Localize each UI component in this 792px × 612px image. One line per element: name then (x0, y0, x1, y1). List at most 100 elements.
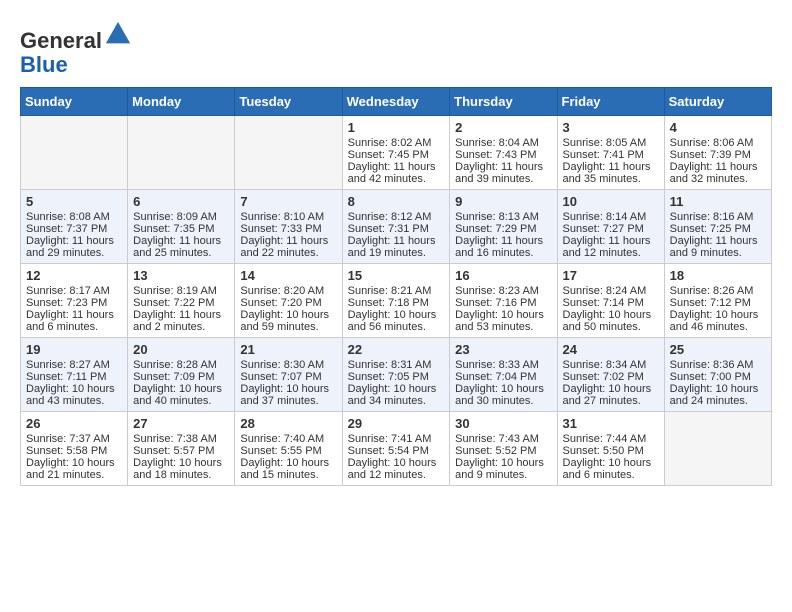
day-info: Sunrise: 8:08 AM (26, 211, 122, 223)
day-number: 14 (240, 268, 336, 283)
calendar-cell: 8Sunrise: 8:12 AMSunset: 7:31 PMDaylight… (342, 190, 450, 264)
calendar-cell: 31Sunrise: 7:44 AMSunset: 5:50 PMDayligh… (557, 412, 664, 486)
day-info: Daylight: 11 hours and 19 minutes. (348, 235, 445, 259)
day-info: Sunset: 5:55 PM (240, 445, 336, 457)
day-number: 11 (670, 194, 766, 209)
day-info: Sunset: 7:29 PM (455, 223, 551, 235)
day-info: Sunrise: 8:16 AM (670, 211, 766, 223)
day-info: Daylight: 10 hours and 15 minutes. (240, 457, 336, 481)
day-info: Sunset: 7:25 PM (670, 223, 766, 235)
calendar-cell: 19Sunrise: 8:27 AMSunset: 7:11 PMDayligh… (21, 338, 128, 412)
day-number: 25 (670, 342, 766, 357)
day-info: Daylight: 10 hours and 37 minutes. (240, 383, 336, 407)
calendar-cell: 12Sunrise: 8:17 AMSunset: 7:23 PMDayligh… (21, 264, 128, 338)
day-info: Sunrise: 8:17 AM (26, 285, 122, 297)
calendar-cell: 7Sunrise: 8:10 AMSunset: 7:33 PMDaylight… (235, 190, 342, 264)
day-number: 4 (670, 120, 766, 135)
day-info: Sunset: 7:41 PM (563, 149, 659, 161)
calendar-body: 1Sunrise: 8:02 AMSunset: 7:45 PMDaylight… (21, 116, 772, 486)
day-info: Sunset: 5:52 PM (455, 445, 551, 457)
day-info: Daylight: 10 hours and 21 minutes. (26, 457, 122, 481)
day-info: Sunrise: 8:14 AM (563, 211, 659, 223)
day-number: 5 (26, 194, 122, 209)
day-info: Daylight: 10 hours and 9 minutes. (455, 457, 551, 481)
day-info: Sunset: 7:09 PM (133, 371, 229, 383)
day-info: Sunset: 7:14 PM (563, 297, 659, 309)
weekday-thursday: Thursday (450, 88, 557, 116)
day-info: Sunrise: 8:13 AM (455, 211, 551, 223)
calendar-cell: 17Sunrise: 8:24 AMSunset: 7:14 PMDayligh… (557, 264, 664, 338)
day-info: Sunrise: 8:20 AM (240, 285, 336, 297)
day-info: Sunrise: 8:02 AM (348, 137, 445, 149)
calendar-cell: 6Sunrise: 8:09 AMSunset: 7:35 PMDaylight… (128, 190, 235, 264)
day-number: 29 (348, 416, 445, 431)
day-info: Sunrise: 8:10 AM (240, 211, 336, 223)
day-info: Sunrise: 7:43 AM (455, 433, 551, 445)
day-info: Sunrise: 8:21 AM (348, 285, 445, 297)
calendar-cell: 5Sunrise: 8:08 AMSunset: 7:37 PMDaylight… (21, 190, 128, 264)
weekday-tuesday: Tuesday (235, 88, 342, 116)
calendar-week-4: 19Sunrise: 8:27 AMSunset: 7:11 PMDayligh… (21, 338, 772, 412)
calendar-cell: 18Sunrise: 8:26 AMSunset: 7:12 PMDayligh… (664, 264, 771, 338)
day-info: Sunrise: 7:38 AM (133, 433, 229, 445)
day-info: Sunrise: 8:05 AM (563, 137, 659, 149)
day-number: 15 (348, 268, 445, 283)
weekday-saturday: Saturday (664, 88, 771, 116)
day-info: Sunrise: 7:44 AM (563, 433, 659, 445)
day-info: Sunrise: 8:30 AM (240, 359, 336, 371)
calendar-cell: 22Sunrise: 8:31 AMSunset: 7:05 PMDayligh… (342, 338, 450, 412)
day-info: Sunrise: 8:24 AM (563, 285, 659, 297)
calendar-cell: 27 Sunrise: 7:38 AMSunset: 5:57 PMDayligh… (128, 412, 235, 486)
day-number: 30 (455, 416, 551, 431)
day-info: Daylight: 10 hours and 12 minutes. (348, 457, 445, 481)
day-info: Sunset: 7:07 PM (240, 371, 336, 383)
day-info: Daylight: 10 hours and 27 minutes. (563, 383, 659, 407)
day-info: Sunset: 7:12 PM (670, 297, 766, 309)
weekday-sunday: Sunday (21, 88, 128, 116)
day-number: 26 (26, 416, 122, 431)
calendar-cell: 28Sunrise: 7:40 AMSunset: 5:55 PMDayligh… (235, 412, 342, 486)
calendar-cell: 1Sunrise: 8:02 AMSunset: 7:45 PMDaylight… (342, 116, 450, 190)
calendar-cell (664, 412, 771, 486)
day-info: Daylight: 11 hours and 32 minutes. (670, 161, 766, 185)
weekday-header-row: SundayMondayTuesdayWednesdayThursdayFrid… (21, 88, 772, 116)
calendar-cell: 4Sunrise: 8:06 AMSunset: 7:39 PMDaylight… (664, 116, 771, 190)
day-info: Sunset: 7:18 PM (348, 297, 445, 309)
day-number: 6 (133, 194, 229, 209)
day-info: Daylight: 10 hours and 53 minutes. (455, 309, 551, 333)
logo-blue: Blue (20, 52, 68, 77)
calendar-cell (21, 116, 128, 190)
calendar-week-2: 5Sunrise: 8:08 AMSunset: 7:37 PMDaylight… (21, 190, 772, 264)
calendar-cell: 30 Sunrise: 7:43 AMSunset: 5:52 PMDayligh… (450, 412, 557, 486)
calendar-cell: 10Sunrise: 8:14 AMSunset: 7:27 PMDayligh… (557, 190, 664, 264)
day-number: 27 (133, 416, 229, 431)
calendar-cell: 21Sunrise: 8:30 AMSunset: 7:07 PMDayligh… (235, 338, 342, 412)
day-info: Sunrise: 8:36 AM (670, 359, 766, 371)
day-info: Sunset: 5:57 PM (133, 445, 229, 457)
day-info: Sunset: 7:05 PM (348, 371, 445, 383)
day-number: 24 (563, 342, 659, 357)
weekday-monday: Monday (128, 88, 235, 116)
logo: General Blue (20, 20, 132, 77)
day-number: 19 (26, 342, 122, 357)
day-info: Daylight: 11 hours and 35 minutes. (563, 161, 659, 185)
day-number: 18 (670, 268, 766, 283)
day-info: Daylight: 11 hours and 12 minutes. (563, 235, 659, 259)
day-number: 13 (133, 268, 229, 283)
day-info: Daylight: 11 hours and 22 minutes. (240, 235, 336, 259)
day-info: Sunset: 7:31 PM (348, 223, 445, 235)
day-info: Daylight: 10 hours and 46 minutes. (670, 309, 766, 333)
day-info: Daylight: 10 hours and 43 minutes. (26, 383, 122, 407)
day-info: Daylight: 10 hours and 56 minutes. (348, 309, 445, 333)
weekday-wednesday: Wednesday (342, 88, 450, 116)
weekday-friday: Friday (557, 88, 664, 116)
day-info: Sunset: 7:27 PM (563, 223, 659, 235)
logo-icon (104, 20, 132, 48)
logo-general: General (20, 28, 102, 53)
day-number: 16 (455, 268, 551, 283)
day-info: Sunrise: 8:31 AM (348, 359, 445, 371)
day-info: Daylight: 10 hours and 18 minutes. (133, 457, 229, 481)
calendar-cell: 16Sunrise: 8:23 AMSunset: 7:16 PMDayligh… (450, 264, 557, 338)
day-info: Sunset: 7:43 PM (455, 149, 551, 161)
calendar-table: SundayMondayTuesdayWednesdayThursdayFrid… (20, 87, 772, 486)
